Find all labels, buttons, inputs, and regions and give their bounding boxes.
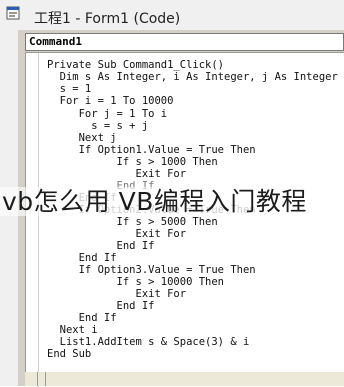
vb-code-window: 工程1 - Form1 (Code) Command1 Private Sub … bbox=[0, 0, 344, 387]
code-line: If s > 1000 Then bbox=[47, 156, 218, 168]
code-line: If Option1.Value = True Then bbox=[47, 144, 256, 156]
code-line: For i = 1 To 10000 bbox=[47, 95, 174, 107]
title-bar: 工程1 - Form1 (Code) bbox=[0, 0, 344, 30]
code-line: Exit For bbox=[47, 288, 187, 300]
code-line: Next j bbox=[47, 132, 117, 144]
code-line: s = 1 bbox=[47, 83, 92, 95]
window-title: 工程1 - Form1 (Code) bbox=[34, 11, 181, 27]
watermark-caption: vb怎么用 VB编程入门教程 bbox=[0, 187, 309, 216]
object-combo[interactable]: Command1 bbox=[25, 33, 344, 51]
code-line: For j = 1 To i bbox=[47, 108, 168, 120]
code-line: Exit For bbox=[47, 168, 187, 180]
code-line: Exit For bbox=[47, 228, 187, 240]
code-line: List1.AddItem s & Space(3) & i bbox=[47, 336, 250, 348]
code-line: s = s + j bbox=[47, 120, 149, 132]
code-line: If s > 10000 Then bbox=[47, 276, 225, 288]
code-line: Next i bbox=[47, 324, 98, 336]
code-window-icon bbox=[6, 6, 20, 20]
object-combo-value: Command1 bbox=[29, 35, 82, 48]
code-line: End Sub bbox=[47, 348, 92, 360]
code-line: Private Sub Command1_Click() bbox=[47, 59, 225, 71]
code-line: End If bbox=[47, 312, 117, 324]
code-line: End If bbox=[47, 240, 155, 252]
status-divider bbox=[37, 372, 38, 386]
code-line: If Option3.Value = True Then bbox=[47, 264, 256, 276]
code-line: End If bbox=[47, 252, 117, 264]
code-line: End If bbox=[47, 300, 155, 312]
status-divider bbox=[45, 372, 46, 386]
status-strip bbox=[25, 372, 344, 386]
code-line: Dim s As Integer, i As Integer, j As Int… bbox=[47, 71, 338, 83]
